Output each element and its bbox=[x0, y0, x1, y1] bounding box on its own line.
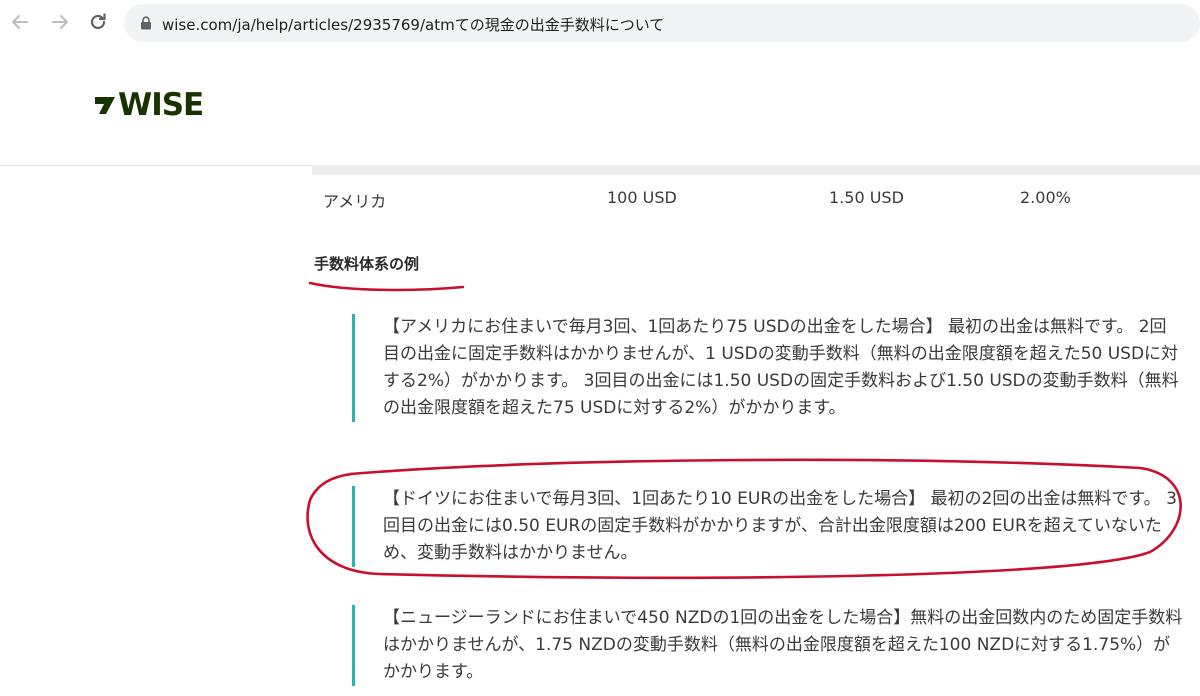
example-block-germany: 【ドイツにお住まいで毎月3回、1回あたり10 EURの出金をした場合】 最初の2… bbox=[352, 486, 1183, 567]
reload-button[interactable] bbox=[86, 10, 110, 34]
section-title: 手数料体系の例 bbox=[314, 255, 420, 273]
forward-arrow-icon bbox=[52, 15, 68, 29]
url-text[interactable]: wise.com/ja/help/articles/2935769/atmての現… bbox=[162, 14, 664, 35]
table-header-strip bbox=[312, 165, 1200, 175]
table-cell-variable-fee: 2.00% bbox=[1020, 188, 1071, 207]
lock-icon bbox=[141, 16, 151, 30]
example-block-usa: 【アメリカにお住まいで毎月3回、1回あたり75 USDの出金をした場合】 最初の… bbox=[352, 314, 1183, 422]
table-cell-free-limit: 100 USD bbox=[607, 188, 677, 207]
example-text: 【ドイツにお住まいで毎月3回、1回あたり10 EURの出金をした場合】 最初の2… bbox=[383, 489, 1177, 563]
logo-text: WISE bbox=[118, 87, 204, 123]
back-button[interactable] bbox=[8, 10, 32, 34]
browser-toolbar: wise.com/ja/help/articles/2935769/atmての現… bbox=[0, 0, 1200, 46]
wise-logo[interactable]: WISE bbox=[92, 87, 204, 123]
back-arrow-icon bbox=[12, 15, 28, 29]
example-text: 【アメリカにお住まいで毎月3回、1回あたり75 USDの出金をした場合】 最初の… bbox=[383, 317, 1179, 418]
underline-annotation bbox=[308, 281, 465, 292]
table-cell-fixed-fee: 1.50 USD bbox=[829, 188, 904, 207]
site-header: WISE bbox=[0, 46, 1200, 166]
example-text: 【ニュージーランドにお住まいで450 NZDの1回の出金をした場合】無料の出金回… bbox=[383, 608, 1183, 682]
wise-flag-icon bbox=[95, 97, 115, 114]
forward-button[interactable] bbox=[48, 10, 72, 34]
reload-icon bbox=[90, 13, 106, 30]
table-cell-country: アメリカ bbox=[323, 192, 387, 211]
example-block-new-zealand: 【ニュージーランドにお住まいで450 NZDの1回の出金をした場合】無料の出金回… bbox=[352, 605, 1183, 686]
address-bar[interactable]: wise.com/ja/help/articles/2935769/atmての現… bbox=[124, 4, 1200, 42]
